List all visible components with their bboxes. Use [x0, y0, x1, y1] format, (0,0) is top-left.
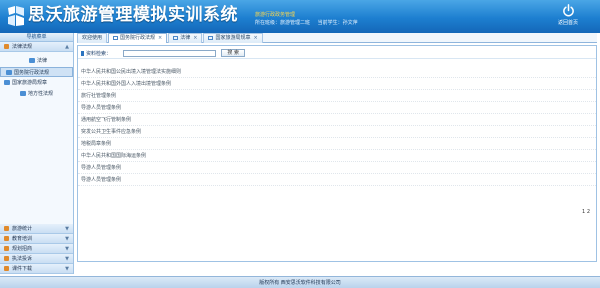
category-icon [4, 236, 9, 241]
tab-tourism-bureau-rules[interactable]: 国家旅游局规章 × [203, 33, 263, 43]
tree-item-label: 国家旅游局规章 [12, 80, 48, 86]
tab-label: 欢迎使用 [82, 35, 103, 41]
category-icon [4, 266, 9, 271]
sidebar-tree: 法律 国务院行政法规 国家旅游局规章 地方性法规 [0, 52, 73, 224]
list-item[interactable]: 旅行社管理条例 [78, 90, 596, 102]
sidebar-category-enforcement[interactable]: 执法投诉 ▼ [0, 254, 73, 264]
close-icon[interactable]: × [158, 35, 162, 41]
tab-page-icon [208, 36, 214, 40]
list-item[interactable]: 导游人员管理条例 [78, 162, 596, 174]
folder-icon [4, 80, 10, 85]
list-item[interactable]: 中华人民共和国国际海运条例 [78, 150, 596, 162]
tab-state-council-regulations[interactable]: 国务院行政法规 × [108, 33, 168, 43]
sidebar-header: 导航菜单 [0, 33, 73, 42]
close-icon[interactable]: × [253, 35, 257, 41]
tab-page-icon [173, 36, 179, 40]
folder-icon [20, 91, 26, 96]
chevron-down-icon: ▼ [65, 236, 69, 242]
list-item[interactable]: 地税局章条例 [78, 138, 596, 150]
home-button[interactable]: 返回首页 [548, 3, 588, 30]
folder-icon [29, 58, 35, 63]
sidebar: 导航菜单 法律法规 ▲ 法律 国务院行政法规 国家旅游局规章 地方性法规 旅游统… [0, 33, 74, 274]
tree-item-label: 法律 [37, 58, 48, 64]
list-item[interactable]: 突发公共卫生事件应急条例 [78, 126, 596, 138]
sidebar-category-planning[interactable]: 规划招商 ▼ [0, 244, 73, 254]
list-item[interactable]: 通用航空飞行管制条例 [78, 114, 596, 126]
content-panel: 资料检索： 搜 索 中华人民共和国公民出境入境管理法实施细则 中华人民共和国外国… [77, 45, 597, 262]
category-label: 课件下载 [12, 266, 33, 272]
user-info: 所在班级：旅游管理二班 当前学生：孙文萍 [255, 19, 364, 26]
close-icon[interactable]: × [193, 35, 197, 41]
main-content: 欢迎使用 国务院行政法规 × 法律 × 国家旅游局规章 × 资料检索： 搜 索 中华人… [77, 33, 597, 274]
category-label: 法律法规 [12, 44, 33, 50]
pagination[interactable]: 1 2 [582, 209, 590, 215]
home-button-label: 返回首页 [557, 20, 578, 26]
tree-item-label: 地方性法规 [28, 91, 54, 97]
tab-welcome[interactable]: 欢迎使用 [77, 33, 108, 43]
student-info: 当前学生：孙文萍 [317, 20, 358, 26]
class-info: 所在班级：旅游管理二班 [255, 20, 311, 26]
app-title: 思沃旅游管理模拟实训系统 [28, 5, 238, 25]
tab-label: 国务院行政法规 [120, 35, 156, 41]
search-input[interactable] [122, 49, 216, 57]
tree-item-laws[interactable]: 法律 [0, 56, 73, 66]
tree-item-state-council-regulations[interactable]: 国务院行政法规 [0, 67, 73, 77]
search-row: 资料检索： 搜 索 [78, 46, 596, 59]
sidebar-category-laws[interactable]: 法律法规 ▲ [0, 42, 73, 52]
list-item[interactable]: 中华人民共和国外国人入境出境管理条例 [78, 78, 596, 90]
tab-page-icon [113, 36, 119, 40]
sidebar-category-statistics[interactable]: 旅游统计 ▼ [0, 224, 73, 234]
module-name: 旅游行政政务管理 [255, 12, 296, 18]
footer-copyright: 版权所有 西安思沃软件科技有限公司 [0, 276, 600, 288]
tab-label: 国家旅游局规章 [215, 35, 251, 41]
category-icon [4, 226, 9, 231]
tree-item-local-regulations[interactable]: 地方性法规 [0, 89, 73, 99]
search-label: 资料检索： [81, 50, 111, 57]
category-icon [4, 256, 9, 261]
tree-item-tourism-bureau-rules[interactable]: 国家旅游局规章 [0, 78, 73, 88]
tab-laws[interactable]: 法律 × [168, 33, 203, 43]
siwo-logo-icon [8, 6, 24, 26]
chevron-down-icon: ▼ [65, 246, 69, 252]
chevron-down-icon: ▼ [65, 226, 69, 232]
list-item[interactable]: 导游人员管理条例 [78, 174, 596, 186]
folder-icon [6, 70, 12, 75]
category-icon [4, 44, 9, 49]
sidebar-bottom-categories: 旅游统计 ▼ 教育培训 ▼ 规划招商 ▼ 执法投诉 ▼ 课件下载 ▼ [0, 224, 73, 274]
regulation-list: 中华人民共和国公民出境入境管理法实施细则 中华人民共和国外国人入境出境管理条例 … [78, 66, 596, 186]
power-icon [562, 4, 574, 17]
tree-item-label: 国务院行政法规 [14, 70, 50, 76]
category-label: 教育培训 [12, 236, 33, 242]
sidebar-category-downloads[interactable]: 课件下载 ▼ [0, 264, 73, 274]
category-label: 规划招商 [12, 246, 33, 252]
tab-label: 法律 [180, 35, 191, 41]
category-label: 旅游统计 [12, 226, 33, 232]
chevron-up-icon: ▲ [65, 44, 69, 50]
tab-bar: 欢迎使用 国务院行政法规 × 法律 × 国家旅游局规章 × [77, 33, 597, 43]
chevron-down-icon: ▼ [65, 266, 69, 272]
category-icon [4, 246, 9, 251]
chevron-down-icon: ▼ [65, 256, 69, 262]
list-item[interactable]: 中华人民共和国公民出境入境管理法实施细则 [78, 66, 596, 78]
category-label: 执法投诉 [12, 256, 33, 262]
app-header: 思沃旅游管理模拟实训系统 旅游行政政务管理 所在班级：旅游管理二班 当前学生：孙… [0, 0, 600, 33]
list-item[interactable]: 导游人员管理条例 [78, 102, 596, 114]
sidebar-category-training[interactable]: 教育培训 ▼ [0, 234, 73, 244]
search-button[interactable]: 搜 索 [221, 49, 246, 57]
